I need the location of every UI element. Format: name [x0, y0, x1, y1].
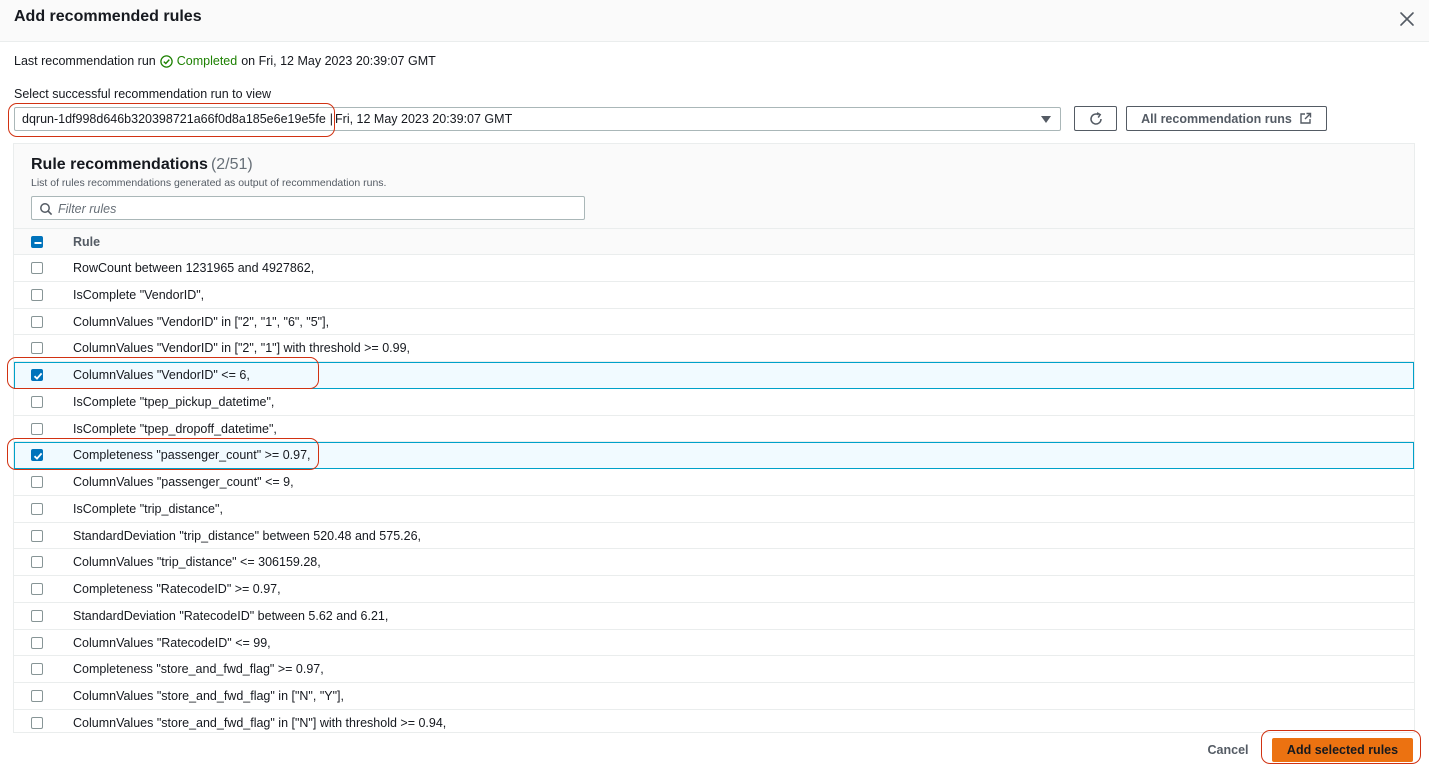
- table-row[interactable]: IsComplete "tpep_dropoff_datetime",: [14, 416, 1414, 443]
- rule-text: ColumnValues "VendorID" in ["2", "1", "6…: [73, 314, 330, 329]
- status-badge: Completed: [160, 54, 237, 68]
- rules-title-text: Rule recommendations: [31, 156, 208, 173]
- rules-panel-header: Rule recommendations (2/51) List of rules…: [14, 144, 1414, 228]
- row-checkbox[interactable]: [31, 636, 43, 649]
- rule-text: ColumnValues "VendorID" in ["2", "1"] wi…: [73, 341, 410, 356]
- table-row[interactable]: ColumnValues "passenger_count" <= 9,: [14, 469, 1414, 496]
- rule-text: ColumnValues "VendorID" <= 6,: [73, 368, 250, 382]
- rules-list: RowCount between 1231965 and 4927862, IsC…: [14, 255, 1414, 732]
- rules-description: List of rules recommendations generated …: [31, 177, 387, 189]
- row-checkbox[interactable]: [31, 315, 43, 328]
- table-row[interactable]: IsComplete "VendorID",: [14, 282, 1414, 309]
- table-row[interactable]: Completeness "passenger_count" >= 0.97,: [14, 442, 1414, 469]
- all-runs-label: All recommendation runs: [1141, 111, 1292, 126]
- rule-text: Completeness "passenger_count" >= 0.97,: [73, 448, 311, 463]
- table-row[interactable]: ColumnValues "RatecodeID" <= 99,: [14, 630, 1414, 657]
- rules-panel-title: Rule recommendations (2/51): [31, 156, 253, 174]
- row-checkbox[interactable]: [31, 529, 43, 542]
- refresh-button[interactable]: [1074, 106, 1117, 131]
- rule-text: ColumnValues "store_and_fwd_flag" in ["N…: [73, 689, 344, 703]
- row-checkbox[interactable]: [31, 690, 43, 702]
- row-checkbox[interactable]: [31, 556, 43, 569]
- cancel-button[interactable]: Cancel: [1199, 738, 1257, 762]
- rules-count: (2/51): [210, 156, 253, 173]
- rule-text: ColumnValues "store_and_fwd_flag" in ["N…: [73, 715, 447, 730]
- modal-header: Add recommended rules: [0, 0, 1429, 42]
- row-checkbox[interactable]: [31, 716, 43, 729]
- run-date: Fri, 12 May 2023 20:39:07 GMT: [335, 112, 513, 126]
- table-row[interactable]: RowCount between 1231965 and 4927862,: [14, 255, 1414, 282]
- rule-text: RowCount between 1231965 and 4927862,: [73, 261, 315, 275]
- modal-title: Add recommended rules: [14, 8, 202, 25]
- row-checkbox[interactable]: [31, 422, 43, 435]
- rule-text: StandardDeviation "RatecodeID" between 5…: [73, 608, 389, 623]
- close-icon[interactable]: [1396, 8, 1418, 30]
- row-checkbox[interactable]: [31, 476, 43, 488]
- external-link-icon: [1300, 112, 1312, 124]
- row-checkbox[interactable]: [31, 449, 43, 462]
- table-row[interactable]: ColumnValues "VendorID" <= 6,: [14, 362, 1414, 389]
- row-checkbox[interactable]: [31, 502, 43, 515]
- table-row[interactable]: ColumnValues "store_and_fwd_flag" in ["N…: [14, 710, 1414, 732]
- caret-down-icon: [1040, 114, 1052, 128]
- rule-text: IsComplete "trip_distance",: [73, 501, 223, 516]
- select-all-checkbox[interactable]: [31, 236, 43, 248]
- rule-text: ColumnValues "passenger_count" <= 9,: [73, 475, 294, 489]
- table-row[interactable]: Completeness "RatecodeID" >= 0.97,: [14, 576, 1414, 603]
- row-checkbox[interactable]: [31, 663, 43, 676]
- rule-text: Completeness "store_and_fwd_flag" >= 0.9…: [73, 662, 324, 677]
- rule-column-header: Rule: [73, 235, 101, 249]
- filter-box: [31, 196, 585, 220]
- rule-text: IsComplete "VendorID",: [73, 287, 205, 302]
- row-checkbox[interactable]: [31, 288, 43, 301]
- row-checkbox[interactable]: [31, 583, 43, 595]
- search-icon: [40, 203, 53, 216]
- table-row[interactable]: ColumnValues "VendorID" in ["2", "1"] wi…: [14, 335, 1414, 362]
- last-run-info: Last recommendation run Completed on Fri…: [14, 54, 436, 68]
- rule-text: ColumnValues "trip_distance" <= 306159.2…: [73, 555, 321, 570]
- filter-rules-input[interactable]: [58, 200, 568, 217]
- run-separator: |: [329, 112, 334, 126]
- table-header: Rule: [14, 228, 1414, 255]
- row-checkbox[interactable]: [31, 262, 43, 274]
- table-row[interactable]: ColumnValues "store_and_fwd_flag" in ["N…: [14, 683, 1414, 710]
- add-selected-rules-button[interactable]: Add selected rules: [1272, 738, 1413, 762]
- table-row[interactable]: IsComplete "trip_distance",: [14, 496, 1414, 523]
- last-run-prefix: Last recommendation run: [14, 54, 156, 68]
- run-id: dqrun-1df998d646b320398721a66f0d8a185e6e…: [22, 112, 326, 126]
- row-checkbox[interactable]: [31, 395, 43, 408]
- all-recommendation-runs-button[interactable]: All recommendation runs: [1126, 106, 1327, 131]
- rule-text: ColumnValues "RatecodeID" <= 99,: [73, 635, 271, 650]
- row-checkbox[interactable]: [31, 342, 43, 355]
- rule-text: IsComplete "tpep_dropoff_datetime",: [73, 421, 277, 436]
- rule-text: IsComplete "tpep_pickup_datetime",: [73, 394, 275, 409]
- table-row[interactable]: Completeness "store_and_fwd_flag" >= 0.9…: [14, 656, 1414, 683]
- table-row[interactable]: StandardDeviation "trip_distance" betwee…: [14, 523, 1414, 550]
- row-checkbox[interactable]: [31, 609, 43, 622]
- status-text: Completed: [176, 54, 238, 68]
- table-row[interactable]: ColumnValues "trip_distance" <= 306159.2…: [14, 549, 1414, 576]
- table-row[interactable]: StandardDeviation "RatecodeID" between 5…: [14, 603, 1414, 630]
- run-select-label: Select successful recommendation run to …: [14, 87, 272, 101]
- row-checkbox[interactable]: [31, 369, 43, 381]
- rules-panel: Rule recommendations (2/51) List of rules…: [13, 143, 1415, 733]
- table-row[interactable]: IsComplete "tpep_pickup_datetime",: [14, 389, 1414, 416]
- rule-text: Completeness "RatecodeID" >= 0.97,: [73, 582, 281, 596]
- table-row[interactable]: ColumnValues "VendorID" in ["2", "1", "6…: [14, 309, 1414, 336]
- refresh-icon: [1089, 111, 1102, 125]
- check-circle-icon: [160, 54, 173, 68]
- run-select[interactable]: dqrun-1df998d646b320398721a66f0d8a185e6e…: [14, 107, 1061, 131]
- last-run-suffix: on Fri, 12 May 2023 20:39:07 GMT: [241, 54, 436, 68]
- modal-footer: Cancel Add selected rules: [0, 733, 1429, 764]
- rule-text: StandardDeviation "trip_distance" betwee…: [73, 528, 422, 543]
